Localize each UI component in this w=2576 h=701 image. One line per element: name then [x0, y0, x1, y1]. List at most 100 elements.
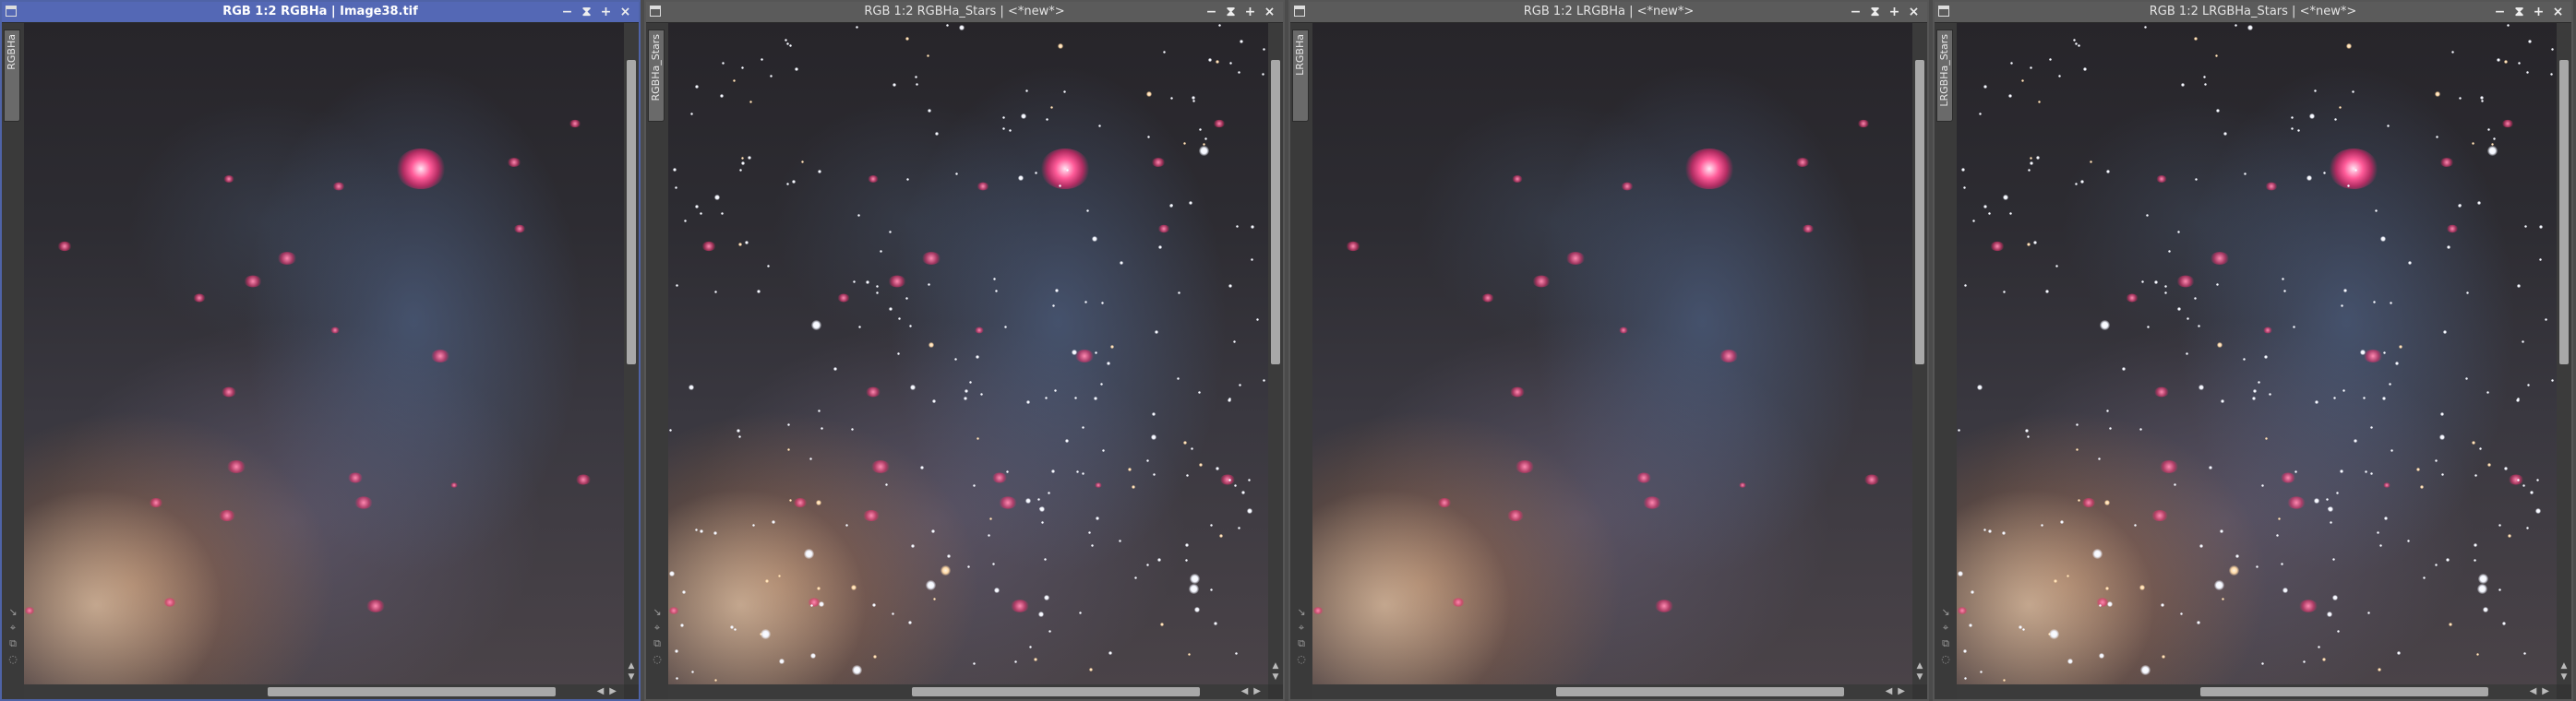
- scroll-left-icon[interactable]: ◀: [1241, 686, 1254, 696]
- close-icon[interactable]: ×: [1904, 2, 1923, 22]
- star: [2180, 612, 2183, 615]
- horizontal-scrollbar[interactable]: ◀▶: [24, 684, 624, 699]
- scroll-right-icon[interactable]: ▶: [1898, 686, 1911, 696]
- star: [792, 180, 796, 184]
- star: [1082, 426, 1084, 429]
- scroll-down-icon[interactable]: ▼: [624, 671, 639, 683]
- hii-region: [24, 607, 35, 614]
- horizontal-scroll-arrows[interactable]: ◀▶: [2530, 684, 2555, 699]
- close-icon[interactable]: ×: [2548, 2, 2568, 22]
- image-viewport[interactable]: [668, 23, 1268, 684]
- image-viewport[interactable]: [1312, 23, 1912, 684]
- star: [741, 66, 744, 69]
- view-tool-icon-1[interactable]: ⌖: [6, 623, 19, 633]
- view-identifier-tab[interactable]: RGBHa_Stars: [648, 30, 665, 122]
- image-window-w3[interactable]: RGB 1:2 LRGBHa | <*new*> − ⧗ + × ↘ ⌖ ⧉ ◌ LR…: [1288, 0, 1929, 701]
- view-tool-icon-3[interactable]: ◌: [1295, 654, 1308, 664]
- maximize-icon[interactable]: +: [2529, 2, 2548, 22]
- image-window-w2[interactable]: RGB 1:2 RGBHa_Stars | <*new*> − ⧗ + × ↘ ⌖…: [644, 0, 1285, 701]
- view-identifier-tab[interactable]: LRGBHa_Stars: [1936, 30, 1953, 122]
- vertical-scroll-thumb[interactable]: [627, 60, 636, 364]
- window-titlebar[interactable]: RGB 1:2 RGBHa | Image38.tif − ⧗ + ×: [2, 2, 639, 23]
- minimize-icon[interactable]: −: [1846, 2, 1865, 22]
- maximize-icon[interactable]: +: [1240, 2, 1260, 22]
- horizontal-scrollbar[interactable]: ◀▶: [1312, 684, 1912, 699]
- view-tool-icon-1[interactable]: ⌖: [1939, 623, 1952, 633]
- scroll-up-icon[interactable]: ▲: [1912, 660, 1927, 671]
- window-menu-icon[interactable]: [1294, 6, 1305, 17]
- horizontal-scroll-thumb[interactable]: [912, 687, 1200, 696]
- close-icon[interactable]: ×: [616, 2, 635, 22]
- minimize-icon[interactable]: −: [1202, 2, 1221, 22]
- star: [1194, 607, 1200, 612]
- scroll-left-icon[interactable]: ◀: [597, 686, 610, 696]
- horizontal-scroll-thumb[interactable]: [1556, 687, 1844, 696]
- star: [676, 677, 678, 680]
- horizontal-scroll-thumb[interactable]: [2200, 687, 2488, 696]
- horizontal-scroll-thumb[interactable]: [268, 687, 556, 696]
- window-titlebar[interactable]: RGB 1:2 RGBHa_Stars | <*new*> − ⧗ + ×: [646, 2, 1283, 23]
- window-menu-icon[interactable]: [6, 6, 17, 17]
- image-window-w4[interactable]: RGB 1:2 LRGBHa_Stars | <*new*> − ⧗ + × ↘…: [1933, 0, 2573, 701]
- window-titlebar[interactable]: RGB 1:2 LRGBHa | <*new*> − ⧗ + ×: [1290, 2, 1927, 23]
- vertical-scrollbar[interactable]: ▲ ▼: [1268, 23, 1283, 684]
- scroll-up-icon[interactable]: ▲: [1268, 660, 1283, 671]
- vertical-scroll-thumb[interactable]: [1271, 60, 1280, 364]
- minimize-icon[interactable]: −: [557, 2, 577, 22]
- image-window-w1[interactable]: RGB 1:2 RGBHa | Image38.tif − ⧗ + × ↘ ⌖ ⧉ ◌…: [0, 0, 641, 701]
- shade-icon[interactable]: ⧗: [1865, 2, 1885, 22]
- horizontal-scroll-arrows[interactable]: ◀▶: [597, 684, 622, 699]
- vertical-scrollbar[interactable]: ▲ ▼: [1912, 23, 1927, 684]
- view-tool-icon-0[interactable]: ↘: [651, 607, 664, 617]
- view-tool-icon-0[interactable]: ↘: [1939, 607, 1952, 617]
- view-identifier-tab[interactable]: LRGBHa: [1292, 30, 1309, 122]
- view-tool-icon-1[interactable]: ⌖: [1295, 623, 1308, 633]
- window-menu-icon[interactable]: [1938, 6, 1949, 17]
- view-tool-icon-1[interactable]: ⌖: [651, 623, 664, 633]
- view-tool-icon-2[interactable]: ⧉: [6, 638, 19, 648]
- scroll-up-icon[interactable]: ▲: [2557, 660, 2571, 671]
- scroll-down-icon[interactable]: ▼: [1912, 671, 1927, 683]
- horizontal-scrollbar[interactable]: ◀▶: [1957, 684, 2557, 699]
- scroll-up-icon[interactable]: ▲: [624, 660, 639, 671]
- window-titlebar[interactable]: RGB 1:2 LRGBHa_Stars | <*new*> − ⧗ + ×: [1935, 2, 2571, 23]
- scroll-left-icon[interactable]: ◀: [2530, 686, 2543, 696]
- view-tool-icon-3[interactable]: ◌: [6, 654, 19, 664]
- star: [2080, 180, 2084, 184]
- star: [2221, 399, 2224, 403]
- view-tool-icon-2[interactable]: ⧉: [1939, 638, 1952, 648]
- horizontal-scroll-arrows[interactable]: ◀▶: [1241, 684, 1266, 699]
- shade-icon[interactable]: ⧗: [577, 2, 596, 22]
- minimize-icon[interactable]: −: [2490, 2, 2510, 22]
- shade-icon[interactable]: ⧗: [2510, 2, 2529, 22]
- view-tool-icon-0[interactable]: ↘: [6, 607, 19, 617]
- scroll-left-icon[interactable]: ◀: [1886, 686, 1899, 696]
- close-icon[interactable]: ×: [1260, 2, 1279, 22]
- image-viewport[interactable]: [24, 23, 624, 684]
- vertical-scroll-thumb[interactable]: [2559, 60, 2569, 364]
- window-menu-icon[interactable]: [650, 6, 661, 17]
- scroll-right-icon[interactable]: ▶: [1253, 686, 1266, 696]
- maximize-icon[interactable]: +: [1885, 2, 1904, 22]
- view-identifier-tab[interactable]: RGBHa: [4, 30, 20, 122]
- hii-region: [975, 327, 984, 334]
- view-tool-icon-3[interactable]: ◌: [1939, 654, 1952, 664]
- view-tool-icon-3[interactable]: ◌: [651, 654, 664, 664]
- view-tool-icon-0[interactable]: ↘: [1295, 607, 1308, 617]
- scroll-down-icon[interactable]: ▼: [1268, 671, 1283, 683]
- vertical-scroll-thumb[interactable]: [1915, 60, 1924, 364]
- vertical-scrollbar[interactable]: ▲ ▼: [2557, 23, 2571, 684]
- vertical-scrollbar[interactable]: ▲ ▼: [624, 23, 639, 684]
- star: [2291, 127, 2294, 130]
- maximize-icon[interactable]: +: [596, 2, 616, 22]
- image-viewport[interactable]: [1957, 23, 2557, 684]
- scroll-down-icon[interactable]: ▼: [2557, 671, 2571, 683]
- scroll-right-icon[interactable]: ▶: [2542, 686, 2555, 696]
- hii-region: [193, 293, 206, 303]
- view-tool-icon-2[interactable]: ⧉: [1295, 638, 1308, 648]
- horizontal-scrollbar[interactable]: ◀▶: [668, 684, 1268, 699]
- scroll-right-icon[interactable]: ▶: [609, 686, 622, 696]
- shade-icon[interactable]: ⧗: [1221, 2, 1240, 22]
- horizontal-scroll-arrows[interactable]: ◀▶: [1886, 684, 1911, 699]
- view-tool-icon-2[interactable]: ⧉: [651, 638, 664, 648]
